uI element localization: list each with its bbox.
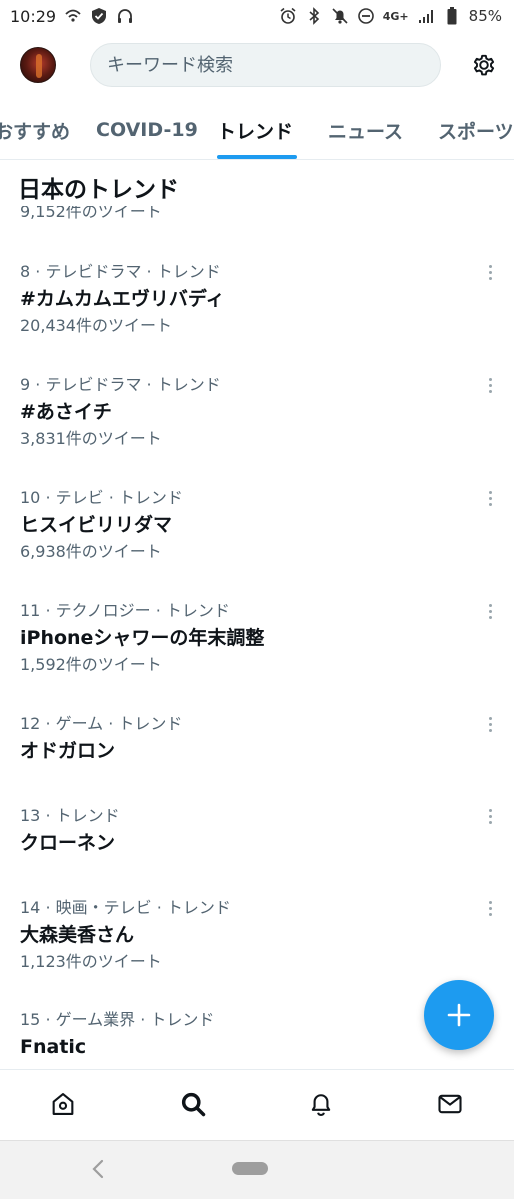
trend-count: 1,123件のツイート (20, 952, 162, 971)
status-time: 10:29 (10, 6, 57, 26)
dnd-icon (357, 7, 375, 25)
trend-meta: 12 · ゲーム · トレンド (20, 714, 183, 733)
shield-icon (90, 7, 108, 25)
tab-recommended[interactable]: おすすめ (0, 100, 70, 159)
signal-icon (417, 7, 435, 25)
trend-name: クローネン (20, 832, 116, 854)
trend-meta: 11 · テクノロジー · トレンド (20, 601, 230, 620)
trend-count: 6,938件のツイート (20, 542, 162, 561)
top-header (0, 32, 514, 98)
network-type: 4G+ (382, 9, 409, 23)
tab-news[interactable]: ニュース (328, 100, 403, 159)
battery-icon (443, 7, 461, 25)
active-tab-indicator (217, 155, 297, 159)
trend-name: ヒスイビリリダマ (20, 514, 173, 536)
messages-icon[interactable] (434, 1088, 466, 1120)
bluetooth-icon (305, 7, 323, 25)
more-options-icon[interactable] (480, 712, 500, 736)
notifications-icon[interactable] (305, 1088, 337, 1120)
search-icon[interactable] (177, 1088, 209, 1120)
trend-item[interactable]: 10 · テレビ · トレンド ヒスイビリリダマ 6,938件のツイート (0, 486, 514, 564)
trend-count: 3,831件のツイート (20, 429, 162, 448)
trend-count: 20,434件のツイート (20, 316, 172, 335)
more-options-icon[interactable] (480, 599, 500, 623)
trend-item[interactable]: 13 · トレンド クローネン (0, 804, 514, 858)
section-title: 日本のトレンド (18, 177, 179, 203)
trend-item[interactable]: 8 · テレビドラマ · トレンド #カムカムエヴリバディ 20,434件のツイ… (0, 260, 514, 338)
back-arrow-icon[interactable] (88, 1157, 108, 1181)
battery-percent: 85% (468, 7, 502, 25)
trend-meta: 14 · 映画・テレビ · トレンド (20, 898, 231, 917)
trend-name: 大森美香さん (20, 924, 135, 946)
compose-tweet-button[interactable] (424, 980, 494, 1050)
search-box[interactable] (90, 43, 441, 87)
avatar[interactable] (20, 47, 56, 83)
trend-meta: 10 · テレビ · トレンド (20, 488, 183, 507)
trend-item[interactable]: 12 · ゲーム · トレンド オドガロン (0, 712, 514, 766)
trend-meta: 9 · テレビドラマ · トレンド (20, 375, 221, 394)
status-bar: 10:29 4G+ 85% (0, 0, 514, 32)
more-options-icon[interactable] (480, 804, 500, 828)
more-options-icon[interactable] (480, 260, 500, 284)
trend-name: #カムカムエヴリバディ (20, 288, 225, 310)
system-nav-bar (0, 1140, 514, 1199)
home-pill[interactable] (232, 1162, 268, 1175)
headphones-icon (116, 7, 134, 25)
search-input[interactable] (107, 54, 424, 76)
mute-icon (331, 7, 349, 25)
more-options-icon[interactable] (480, 896, 500, 920)
trend-item[interactable]: 9 · テレビドラマ · トレンド #あさイチ 3,831件のツイート (0, 373, 514, 451)
tab-sports[interactable]: スポーツ (438, 100, 514, 159)
tab-trends[interactable]: トレンド (217, 100, 293, 159)
trend-count: 1,592件のツイート (20, 655, 162, 674)
more-options-icon[interactable] (480, 373, 500, 397)
trend-meta: 8 · テレビドラマ · トレンド (20, 262, 221, 281)
bottom-nav (0, 1069, 514, 1139)
trend-meta: 13 · トレンド (20, 806, 120, 825)
trend-item[interactable]: 14 · 映画・テレビ · トレンド 大森美香さん 1,123件のツイート (0, 896, 514, 974)
tab-covid[interactable]: COVID-19 (96, 100, 198, 159)
status-bar-left: 10:29 (10, 7, 134, 26)
alarm-icon (279, 7, 297, 25)
trend-item[interactable]: 11 · テクノロジー · トレンド iPhoneシャワーの年末調整 1,592… (0, 599, 514, 677)
gear-icon[interactable] (470, 51, 498, 79)
plus-icon (447, 1003, 471, 1027)
status-bar-right: 4G+ 85% (279, 7, 502, 25)
trend-name: iPhoneシャワーの年末調整 (20, 627, 265, 649)
wifi-call-icon (64, 7, 82, 25)
more-options-icon[interactable] (480, 486, 500, 510)
partial-tweet-count: 9,152件のツイート (20, 206, 162, 220)
trend-name: オドガロン (20, 740, 116, 762)
tab-bar: おすすめ COVID-19 トレンド ニュース スポーツ (0, 100, 514, 160)
home-icon[interactable] (47, 1088, 79, 1120)
trend-name: #あさイチ (20, 401, 112, 423)
